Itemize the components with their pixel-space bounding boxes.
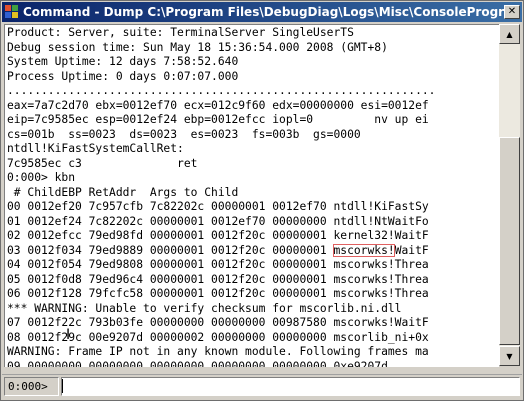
close-icon: ✕ bbox=[507, 6, 517, 17]
output-line: ntdll!KiFastSystemCallRet: bbox=[7, 142, 184, 155]
title-bar[interactable]: Command - Dump C:\Program Files\DebugDia… bbox=[2, 2, 522, 22]
close-button[interactable]: ✕ bbox=[504, 5, 520, 19]
command-prompt: 0:000> bbox=[4, 377, 59, 396]
output-line: # ChildEBP RetAddr Args to Child bbox=[7, 185, 239, 199]
highlighted-module-name: mscorwks! bbox=[333, 243, 395, 257]
command-bar: 0:000> bbox=[4, 376, 520, 397]
output-line: 06 0012f128 79fcfc58 00000001 0012f20c 0… bbox=[7, 287, 429, 300]
output-line: 09 00000000 00000000 00000000 00000000 0… bbox=[7, 359, 388, 368]
scroll-up-button[interactable]: ▲ bbox=[499, 24, 520, 44]
output-line: 04 0012f054 79ed9808 00000001 0012f20c 0… bbox=[7, 258, 429, 271]
command-window-icon bbox=[5, 5, 19, 19]
output-line: Debug session time: Sun May 18 15:36:54.… bbox=[7, 40, 388, 54]
output-line: 00 0012ef20 7c957cfb 7c82202c 00000001 0… bbox=[7, 200, 429, 213]
vertical-scrollbar[interactable]: ▲ ▼ bbox=[499, 24, 520, 366]
command-input[interactable] bbox=[61, 377, 520, 396]
arrow-down-icon: ▼ bbox=[506, 351, 513, 361]
output-line: ........................................… bbox=[7, 84, 436, 97]
output-line: 07 0012f22c 793b03fe 00000000 00000000 0… bbox=[7, 316, 429, 329]
output-line: Product: Server, suite: TerminalServer S… bbox=[7, 26, 354, 39]
pane-splitter[interactable] bbox=[2, 368, 522, 375]
scroll-down-button[interactable]: ▼ bbox=[499, 346, 520, 366]
output-line: WARNING: Frame IP not in any known modul… bbox=[7, 345, 429, 358]
output-line: 08 0012f29c 00e9207d 00000002 00000000 0… bbox=[7, 330, 429, 344]
debugger-output-pane[interactable]: Product: Server, suite: TerminalServer S… bbox=[4, 24, 499, 367]
output-line: *** WARNING: Unable to verify checksum f… bbox=[7, 301, 402, 315]
output-line: Process Uptime: 0 days 0:07:07.000 bbox=[7, 69, 239, 83]
ibeam-cursor-icon: I bbox=[66, 327, 71, 343]
output-line: eip=7c9585ec esp=0012ef24 ebp=0012efcc i… bbox=[7, 113, 429, 126]
text-caret bbox=[62, 379, 63, 393]
arrow-up-icon: ▲ bbox=[506, 29, 513, 39]
output-line: System Uptime: 12 days 7:58:52.640 bbox=[7, 55, 239, 68]
output-line: 03 0012f034 79ed9889 00000001 0012f20c 0… bbox=[7, 243, 429, 257]
output-text: Product: Server, suite: TerminalServer S… bbox=[7, 26, 435, 367]
output-line: 0:000> kbn bbox=[7, 171, 76, 184]
scroll-thumb[interactable] bbox=[499, 137, 520, 345]
debugger-command-window: Command - Dump C:\Program Files\DebugDia… bbox=[0, 0, 524, 401]
output-line: 01 0012ef24 7c82202c 00000001 0012ef70 0… bbox=[7, 214, 429, 228]
output-line: 02 0012efcc 79ed98fd 00000001 0012f20c 0… bbox=[7, 229, 429, 242]
output-line: cs=001b ss=0023 ds=0023 es=0023 fs=003b … bbox=[7, 127, 361, 141]
output-line: 05 0012f0d8 79ed96c4 00000001 0012f20c 0… bbox=[7, 272, 429, 286]
output-line: eax=7a7c2d70 ebx=0012ef70 ecx=012c9f60 e… bbox=[7, 98, 429, 112]
output-line: 7c9585ec c3 ret bbox=[7, 156, 198, 170]
window-title: Command - Dump C:\Program Files\DebugDia… bbox=[23, 5, 504, 19]
